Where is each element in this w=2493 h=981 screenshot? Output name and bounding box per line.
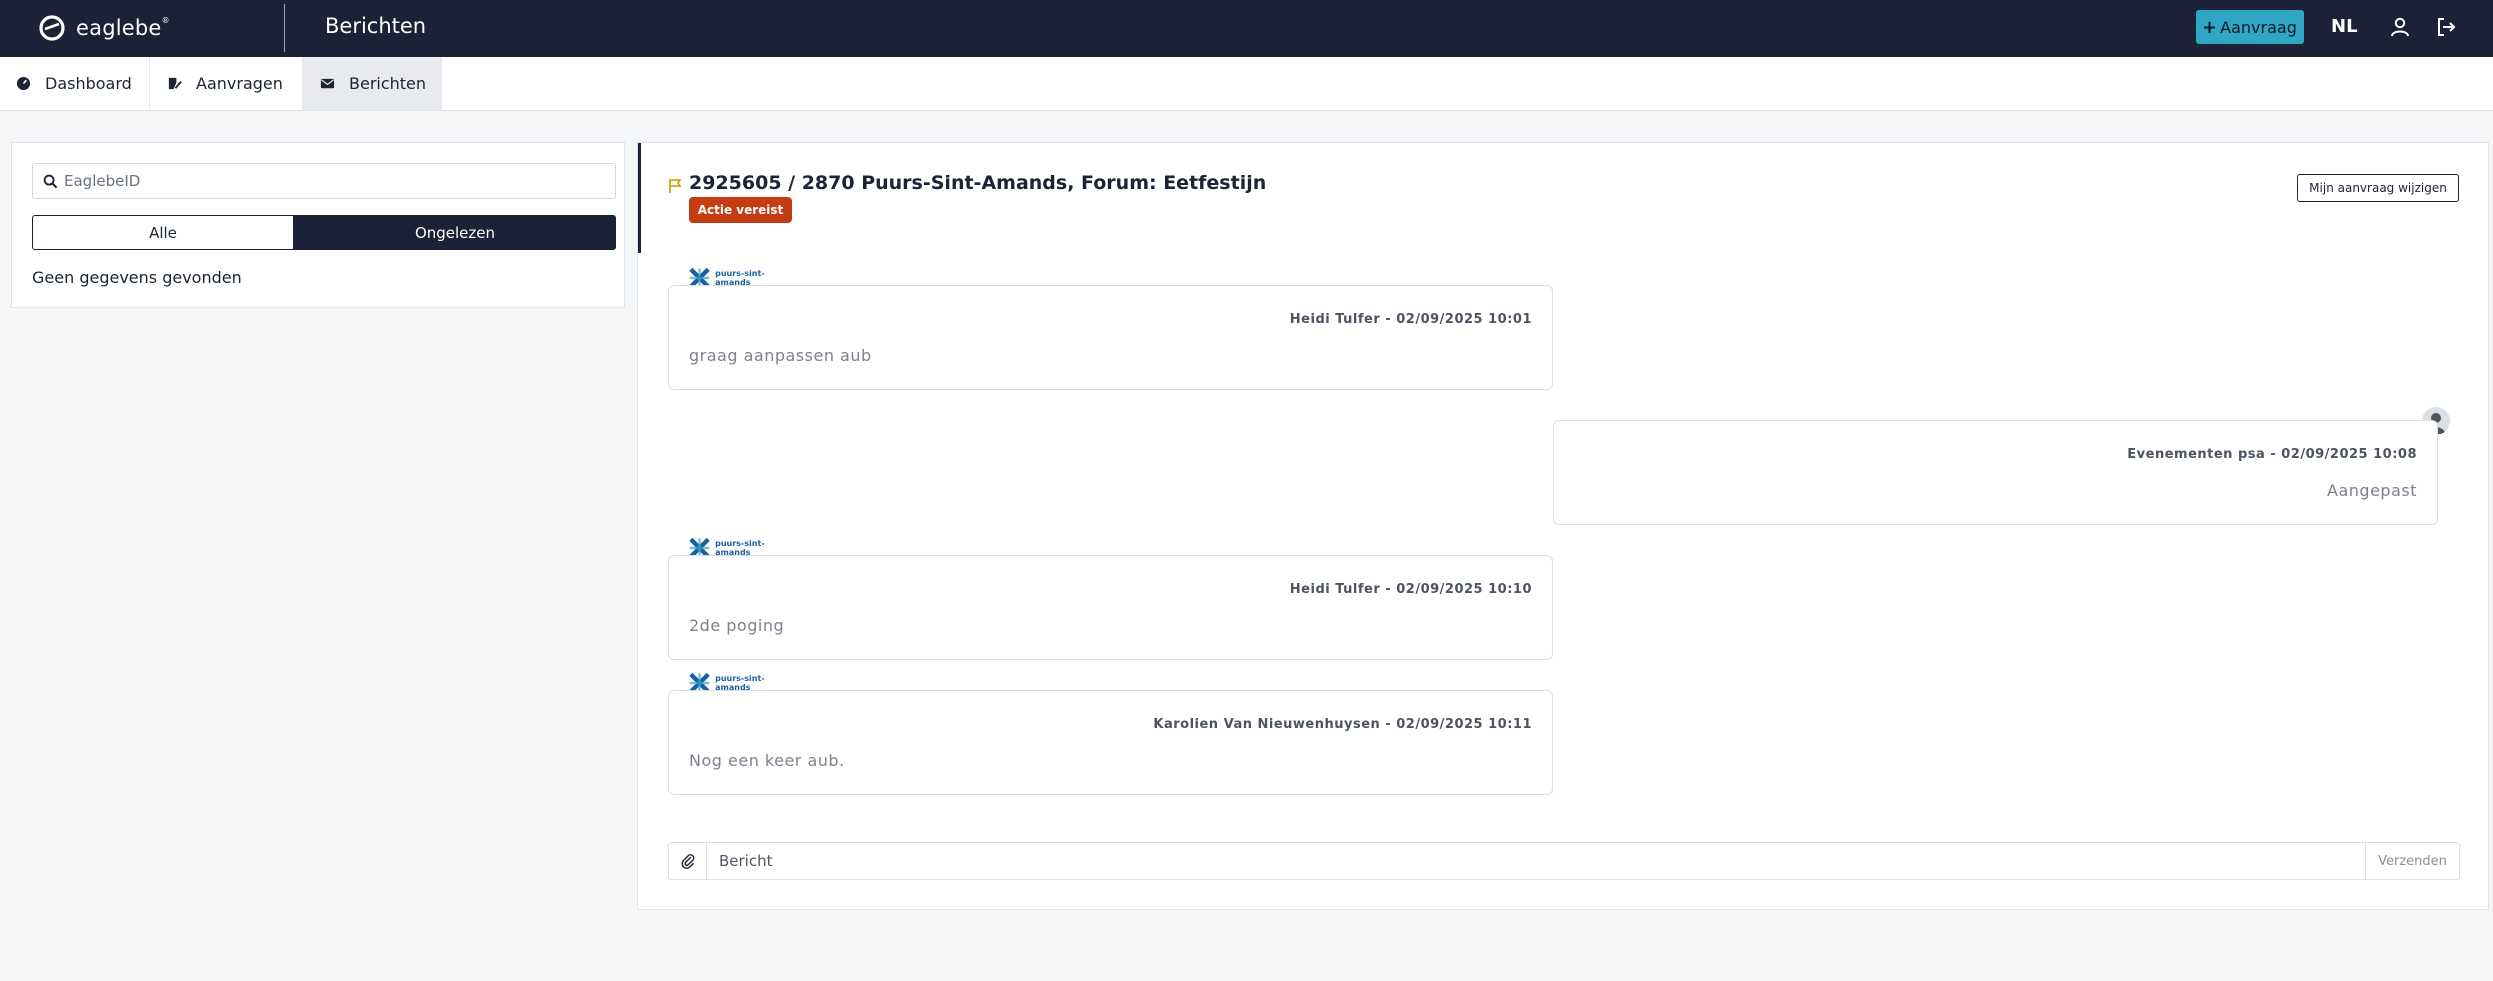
tab-aanvragen[interactable]: Aanvragen <box>150 57 303 110</box>
new-request-button[interactable]: Aanvraag <box>2196 10 2304 44</box>
message-meta: Karolien Van Nieuwenhuysen - 02/09/2025 … <box>1153 717 1532 732</box>
message-text: Aangepast <box>2327 481 2417 500</box>
message-meta: Heidi Tulfer - 02/09/2025 10:01 <box>1289 312 1532 327</box>
attach-button[interactable] <box>669 843 707 879</box>
filter-unread-button[interactable]: Ongelezen <box>294 215 616 250</box>
logout-button[interactable] <box>2434 15 2460 41</box>
message-timestamp: 02/09/2025 10:08 <box>2281 447 2417 462</box>
message-bubble: Heidi Tulfer - 02/09/2025 10:01 graag aa… <box>668 285 1553 390</box>
tab-berichten[interactable]: Berichten <box>303 57 442 110</box>
filter-all-button[interactable]: Alle <box>32 215 294 250</box>
search-icon <box>43 174 58 188</box>
new-request-label: Aanvraag <box>2220 17 2297 37</box>
language-selector[interactable]: NL <box>2331 16 2358 37</box>
header-divider <box>284 4 285 52</box>
top-navigation-bar: eaglebe® Berichten Aanvraag NL <box>0 0 2493 57</box>
paperclip-icon <box>680 854 694 869</box>
message-sender: Evenementen psa <box>2127 447 2266 462</box>
edit-document-icon <box>168 77 182 90</box>
message-sender: Heidi Tulfer <box>1289 582 1381 597</box>
user-profile-button[interactable] <box>2388 15 2414 41</box>
eaglebe-logo-icon <box>39 15 65 41</box>
tab-berichten-label: Berichten <box>349 74 427 93</box>
message-text: graag aanpassen aub <box>689 346 872 365</box>
edit-request-button[interactable]: Mijn aanvraag wijzigen <box>2297 174 2459 202</box>
message-bubble: Evenementen psa - 02/09/2025 10:08 Aange… <box>1553 420 2438 525</box>
message-bubble: Heidi Tulfer - 02/09/2025 10:10 2de pogi… <box>668 555 1553 660</box>
message-sender: Heidi Tulfer <box>1289 312 1381 327</box>
conversation-panel: 2925605 / 2870 Puurs-Sint-Amands, Forum:… <box>637 142 2489 910</box>
main-tabs: Dashboard Aanvragen Berichten <box>0 57 2493 111</box>
empty-state-text: Geen gegevens gevonden <box>32 268 242 287</box>
message-timestamp: 02/09/2025 10:01 <box>1396 312 1532 327</box>
message-text: Nog een keer aub. <box>689 751 845 770</box>
conversation-accent-bar <box>638 143 641 253</box>
message-input[interactable] <box>719 849 2359 873</box>
send-button[interactable]: Verzenden <box>2365 843 2459 879</box>
message-text: 2de poging <box>689 616 785 635</box>
conversation-title: 2925605 / 2870 Puurs-Sint-Amands, Forum:… <box>689 172 1267 194</box>
status-badge: Actie vereist <box>689 197 792 223</box>
logo-text: eaglebe® <box>76 16 170 40</box>
eaglebe-logo[interactable]: eaglebe® <box>38 14 170 42</box>
message-timestamp: 02/09/2025 10:11 <box>1396 717 1532 732</box>
envelope-icon <box>320 78 335 89</box>
search-box[interactable] <box>32 163 616 199</box>
plus-icon <box>2204 21 2216 33</box>
message-sender: Karolien Van Nieuwenhuysen <box>1153 717 1381 732</box>
search-input[interactable] <box>64 172 604 190</box>
tab-aanvragen-label: Aanvragen <box>196 74 283 93</box>
tab-dashboard[interactable]: Dashboard <box>0 57 150 110</box>
dashboard-icon <box>16 76 31 91</box>
tab-dashboard-label: Dashboard <box>45 74 132 93</box>
message-meta: Heidi Tulfer - 02/09/2025 10:10 <box>1289 582 1532 597</box>
user-icon <box>2391 17 2409 37</box>
message-bubble: Karolien Van Nieuwenhuysen - 02/09/2025 … <box>668 690 1553 795</box>
flag-icon <box>669 179 682 193</box>
page-title: Berichten <box>325 14 427 38</box>
logout-icon <box>2438 18 2456 36</box>
conversation-list-panel: Alle Ongelezen Geen gegevens gevonden <box>11 142 625 308</box>
message-thread[interactable]: puurs-sint-amands Heidi Tulfer - 02/09/2… <box>668 265 2468 800</box>
message-composer: Verzenden <box>668 842 2460 880</box>
message-timestamp: 02/09/2025 10:10 <box>1396 582 1532 597</box>
message-meta: Evenementen psa - 02/09/2025 10:08 <box>2127 447 2417 462</box>
